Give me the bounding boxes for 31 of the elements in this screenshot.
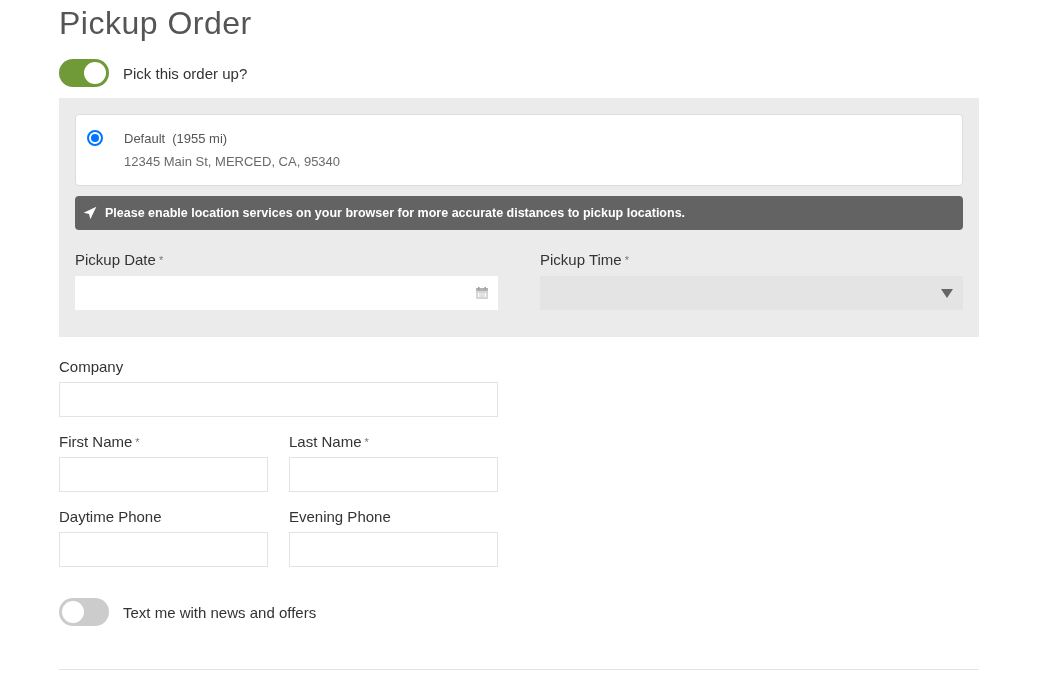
field-label: Pickup Time	[540, 250, 622, 270]
required-mark: *	[624, 253, 629, 268]
field-label: Pickup Date	[75, 250, 156, 270]
required-mark: *	[158, 253, 164, 268]
location-name: Default	[124, 130, 166, 146]
location-address: 12345 Main St, MERCED, CA, 95340	[124, 153, 341, 171]
navigation-arrow-icon	[83, 206, 97, 220]
location-option[interactable]: Default (1955 mi) 12345 Main St, MERCED, CA, 95340	[75, 114, 963, 186]
toggle-switch[interactable]	[59, 59, 109, 87]
toggle-switch[interactable]	[59, 598, 109, 626]
field-label: Evening Phone	[289, 507, 391, 527]
calendar-icon	[476, 287, 488, 299]
date-input-field[interactable]	[75, 276, 498, 310]
toggle-label: Pick this order up?	[123, 64, 248, 82]
page-title: Pickup Order	[59, 4, 252, 43]
field-label: First Name	[59, 432, 133, 452]
text-input-field[interactable]	[59, 532, 268, 567]
notice-text: Please enable location services on your browser for more accurate distances to pickup locations.	[105, 206, 686, 220]
radio-button[interactable]	[87, 130, 103, 146]
text-input-field[interactable]	[59, 382, 498, 417]
field-label: Company	[59, 357, 124, 377]
field-label: Last Name	[289, 432, 362, 452]
toggle-label: Text me with news and offers	[123, 603, 317, 621]
required-mark: *	[135, 435, 140, 450]
text-input-field[interactable]	[289, 457, 498, 492]
caret-icon	[941, 288, 953, 298]
location-distance: (1955 mi)	[172, 130, 228, 146]
text-input-field[interactable]	[289, 532, 498, 567]
field-label: Daytime Phone	[59, 507, 162, 527]
text-input-field[interactable]	[59, 457, 268, 492]
required-mark: *	[364, 435, 369, 450]
